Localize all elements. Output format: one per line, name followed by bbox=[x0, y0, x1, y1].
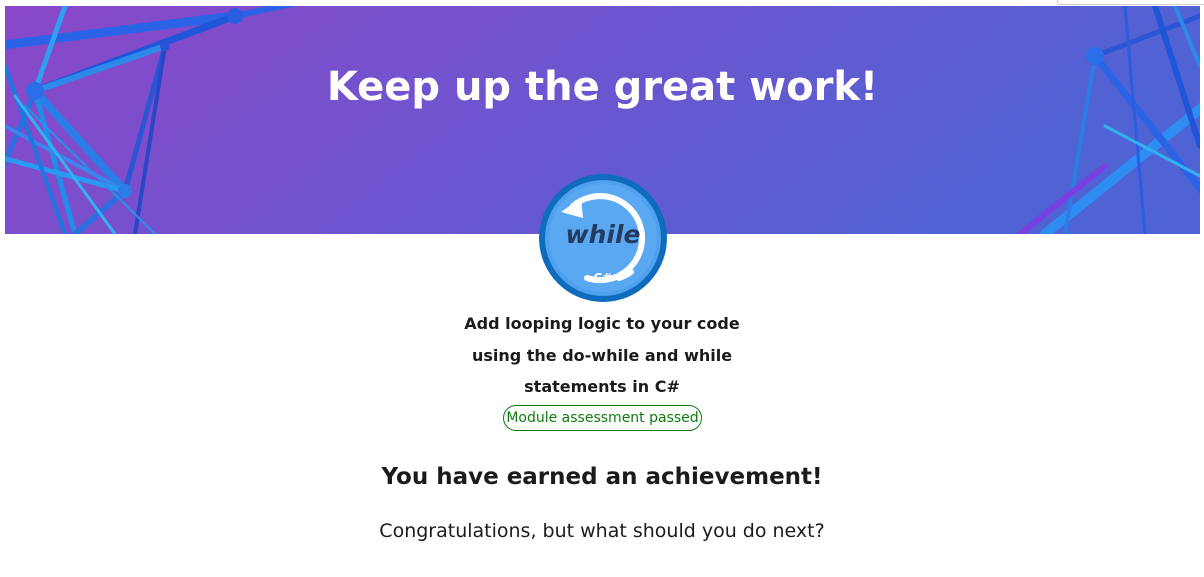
achievement-page: Keep up the great work! while ‹C#› Add l… bbox=[0, 0, 1204, 577]
next-steps-prompt: Congratulations, but what should you do … bbox=[379, 520, 825, 542]
badge-word: while bbox=[565, 220, 641, 249]
badge-language-label: ‹C#› bbox=[588, 271, 618, 285]
top-corner-control bbox=[1057, 0, 1204, 5]
status-badge: Module assessment passed bbox=[503, 405, 702, 431]
achievement-heading: You have earned an achievement! bbox=[381, 464, 823, 490]
module-title: Add looping logic to your code using the… bbox=[464, 314, 740, 396]
hero-title: Keep up the great work! bbox=[326, 64, 879, 110]
while-loop-badge-icon: while ‹C#› bbox=[537, 172, 669, 304]
